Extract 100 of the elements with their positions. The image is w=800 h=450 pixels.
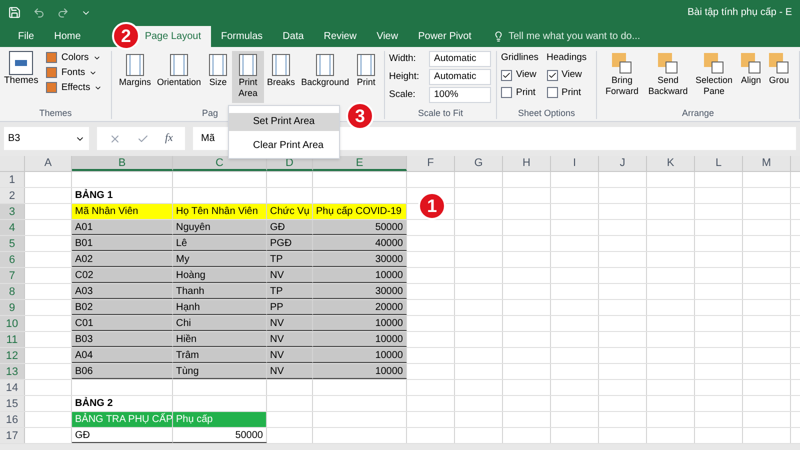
table-cell: GĐ <box>267 220 313 235</box>
table-cell: 10000 <box>313 268 407 283</box>
table-cell: B06 <box>72 364 173 379</box>
page-icon <box>270 53 292 77</box>
swatch-icon <box>46 82 58 93</box>
column-heading: Mã Nhân Viên <box>72 204 173 219</box>
cancel-icon[interactable] <box>109 132 121 144</box>
undo-icon[interactable] <box>33 6 45 18</box>
table-title: BẢNG 1 <box>72 188 173 203</box>
column-header[interactable]: F <box>407 156 455 171</box>
column-header[interactable]: M <box>743 156 791 171</box>
column-header[interactable]: I <box>551 156 599 171</box>
checkbox-label: Print <box>516 86 536 100</box>
row-header[interactable]: 12 <box>0 348 25 363</box>
theme-option-button[interactable]: Colors <box>46 51 102 64</box>
ribbon-tab[interactable]: Review <box>314 26 367 47</box>
scale-field[interactable]: 100% <box>429 87 491 103</box>
table-cell: A04 <box>72 348 173 363</box>
row-header[interactable]: 14 <box>0 380 25 395</box>
row-header[interactable]: 13 <box>0 364 25 379</box>
ribbon-button[interactable]: Align <box>739 51 763 86</box>
table-cell: TP <box>267 252 313 267</box>
table-cell: PP <box>267 300 313 315</box>
row-header[interactable]: 7 <box>0 268 25 283</box>
scale-field[interactable]: Automatic <box>429 51 491 67</box>
function-button[interactable]: fx <box>165 130 173 147</box>
column-header[interactable]: C <box>173 156 267 171</box>
redo-icon[interactable] <box>57 6 69 18</box>
themes-button[interactable]: Themes <box>4 51 38 87</box>
ribbon-button[interactable]: Send Backward <box>647 51 689 97</box>
name-box[interactable]: B3 <box>4 127 89 150</box>
column-header[interactable]: G <box>455 156 503 171</box>
table-cell: 40000 <box>313 236 407 251</box>
row-header[interactable]: 11 <box>0 332 25 347</box>
column-header[interactable]: B <box>72 156 173 171</box>
column-header[interactable]: J <box>599 156 647 171</box>
theme-option-button[interactable]: Effects <box>46 81 102 94</box>
row-header[interactable]: 8 <box>0 284 25 299</box>
checkbox[interactable] <box>546 87 558 98</box>
column-header[interactable]: H <box>503 156 551 171</box>
theme-option-button[interactable]: Fonts <box>46 66 102 79</box>
ribbon-button[interactable]: Bring Forward <box>601 51 643 97</box>
ribbon-tab[interactable]: Page Layout <box>134 26 211 47</box>
save-icon[interactable] <box>8 6 21 19</box>
table-cell: C01 <box>72 316 173 331</box>
ribbon-button[interactable]: Background <box>298 51 352 103</box>
row-header[interactable]: 9 <box>0 300 25 315</box>
row-header[interactable]: 6 <box>0 252 25 267</box>
table-cell: TP <box>267 284 313 299</box>
scale-field[interactable]: Automatic <box>429 69 491 85</box>
scale-label: Height: <box>389 70 420 84</box>
row-header[interactable]: 3 <box>0 204 25 219</box>
table-title: BẢNG 2 <box>72 396 173 411</box>
ribbon-button[interactable]: Orientation <box>154 51 204 103</box>
column-header[interactable]: E <box>313 156 407 171</box>
ribbon-tab[interactable]: View <box>366 26 408 47</box>
table-cell: My <box>173 252 267 267</box>
table-cell: A01 <box>72 220 173 235</box>
ribbon-tab[interactable]: Data <box>272 26 314 47</box>
ribbon-button[interactable]: Print <box>352 51 380 103</box>
ribbon-button[interactable]: Selection Pane <box>693 51 735 97</box>
layers-icon <box>739 51 763 75</box>
ribbon-button[interactable]: Grou <box>767 51 791 86</box>
table-cell: Nguyên <box>173 220 267 235</box>
option-heading: Gridlines <box>501 51 538 65</box>
checkbox-label: View <box>562 68 582 82</box>
checkbox-label: Print <box>562 86 582 100</box>
row-header[interactable]: 16 <box>0 412 25 427</box>
row-header[interactable]: 4 <box>0 220 25 235</box>
ribbon-button[interactable]: Print Area <box>232 51 264 103</box>
row-header[interactable]: 17 <box>0 428 25 443</box>
row-header[interactable]: 15 <box>0 396 25 411</box>
checkbox[interactable] <box>501 87 512 98</box>
layers-icon <box>656 51 680 75</box>
checkbox[interactable] <box>501 70 512 81</box>
ribbon-button[interactable]: Margins <box>116 51 154 103</box>
checkbox[interactable] <box>546 70 558 81</box>
enter-icon[interactable] <box>137 132 149 144</box>
ribbon-button[interactable]: Size <box>204 51 232 103</box>
tell-me-field[interactable]: Tell me what you want to do... <box>493 26 678 47</box>
column-header[interactable]: L <box>695 156 743 171</box>
ribbon-button[interactable]: Breaks <box>264 51 298 103</box>
row-header[interactable]: 10 <box>0 316 25 331</box>
group-label: Arrange <box>682 108 714 119</box>
row-header[interactable]: 5 <box>0 236 25 251</box>
row-header[interactable]: 1 <box>0 172 25 187</box>
column-header[interactable]: K <box>647 156 695 171</box>
group-label: Pag <box>202 108 218 119</box>
row-header[interactable]: 2 <box>0 188 25 203</box>
table-cell: 20000 <box>313 300 407 315</box>
table-cell: Trâm <box>173 348 267 363</box>
table-cell: A02 <box>72 252 173 267</box>
ribbon-tab[interactable]: File <box>8 26 44 47</box>
table-cell: 30000 <box>313 284 407 299</box>
table-cell: 10000 <box>313 332 407 347</box>
menu-item[interactable]: Set Print Area <box>229 112 339 130</box>
group-label: Sheet Options <box>518 108 576 119</box>
ribbon-tab[interactable]: Home <box>44 26 91 47</box>
ribbon-tab[interactable]: Power Pivot <box>408 26 482 47</box>
ribbon-tab[interactable]: Formulas <box>210 26 273 47</box>
